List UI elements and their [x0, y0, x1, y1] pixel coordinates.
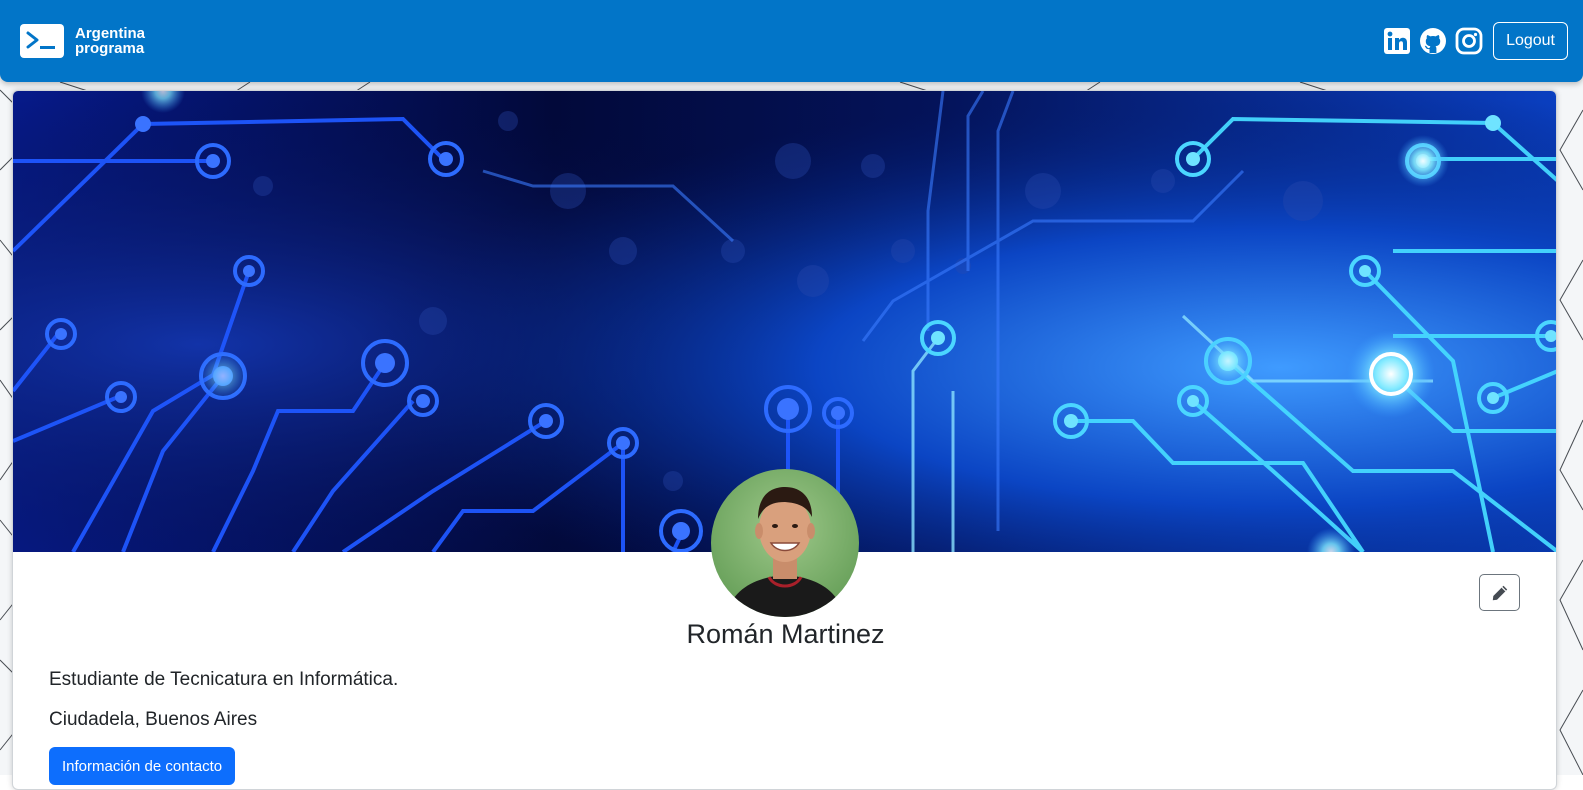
logout-button[interactable]: Logout: [1493, 22, 1568, 60]
github-icon[interactable]: [1419, 27, 1447, 55]
nav-actions: Logout: [1383, 22, 1568, 60]
brand[interactable]: Argentina programa: [20, 24, 145, 58]
pencil-icon: [1492, 585, 1507, 600]
navbar: Argentina programa Logout: [0, 0, 1583, 82]
instagram-icon[interactable]: [1455, 27, 1483, 55]
avatar: [711, 469, 859, 617]
profile-location: Ciudadela, Buenos Aires: [49, 709, 258, 730]
edit-profile-button[interactable]: [1479, 574, 1520, 611]
brand-name: Argentina programa: [75, 26, 145, 56]
terminal-prompt-icon: [20, 24, 64, 58]
profile-description: Estudiante de Tecnicatura en Informática…: [49, 669, 399, 690]
brand-line-1: Argentina: [75, 25, 146, 42]
profile-name: Román Martinez: [686, 619, 885, 649]
profile-card: Román Martinez Estudiante de Tecnicatura…: [12, 90, 1557, 790]
linkedin-icon[interactable]: [1383, 27, 1411, 55]
contact-info-button[interactable]: Información de contacto: [49, 747, 236, 785]
brand-line-2: programa: [75, 40, 145, 57]
